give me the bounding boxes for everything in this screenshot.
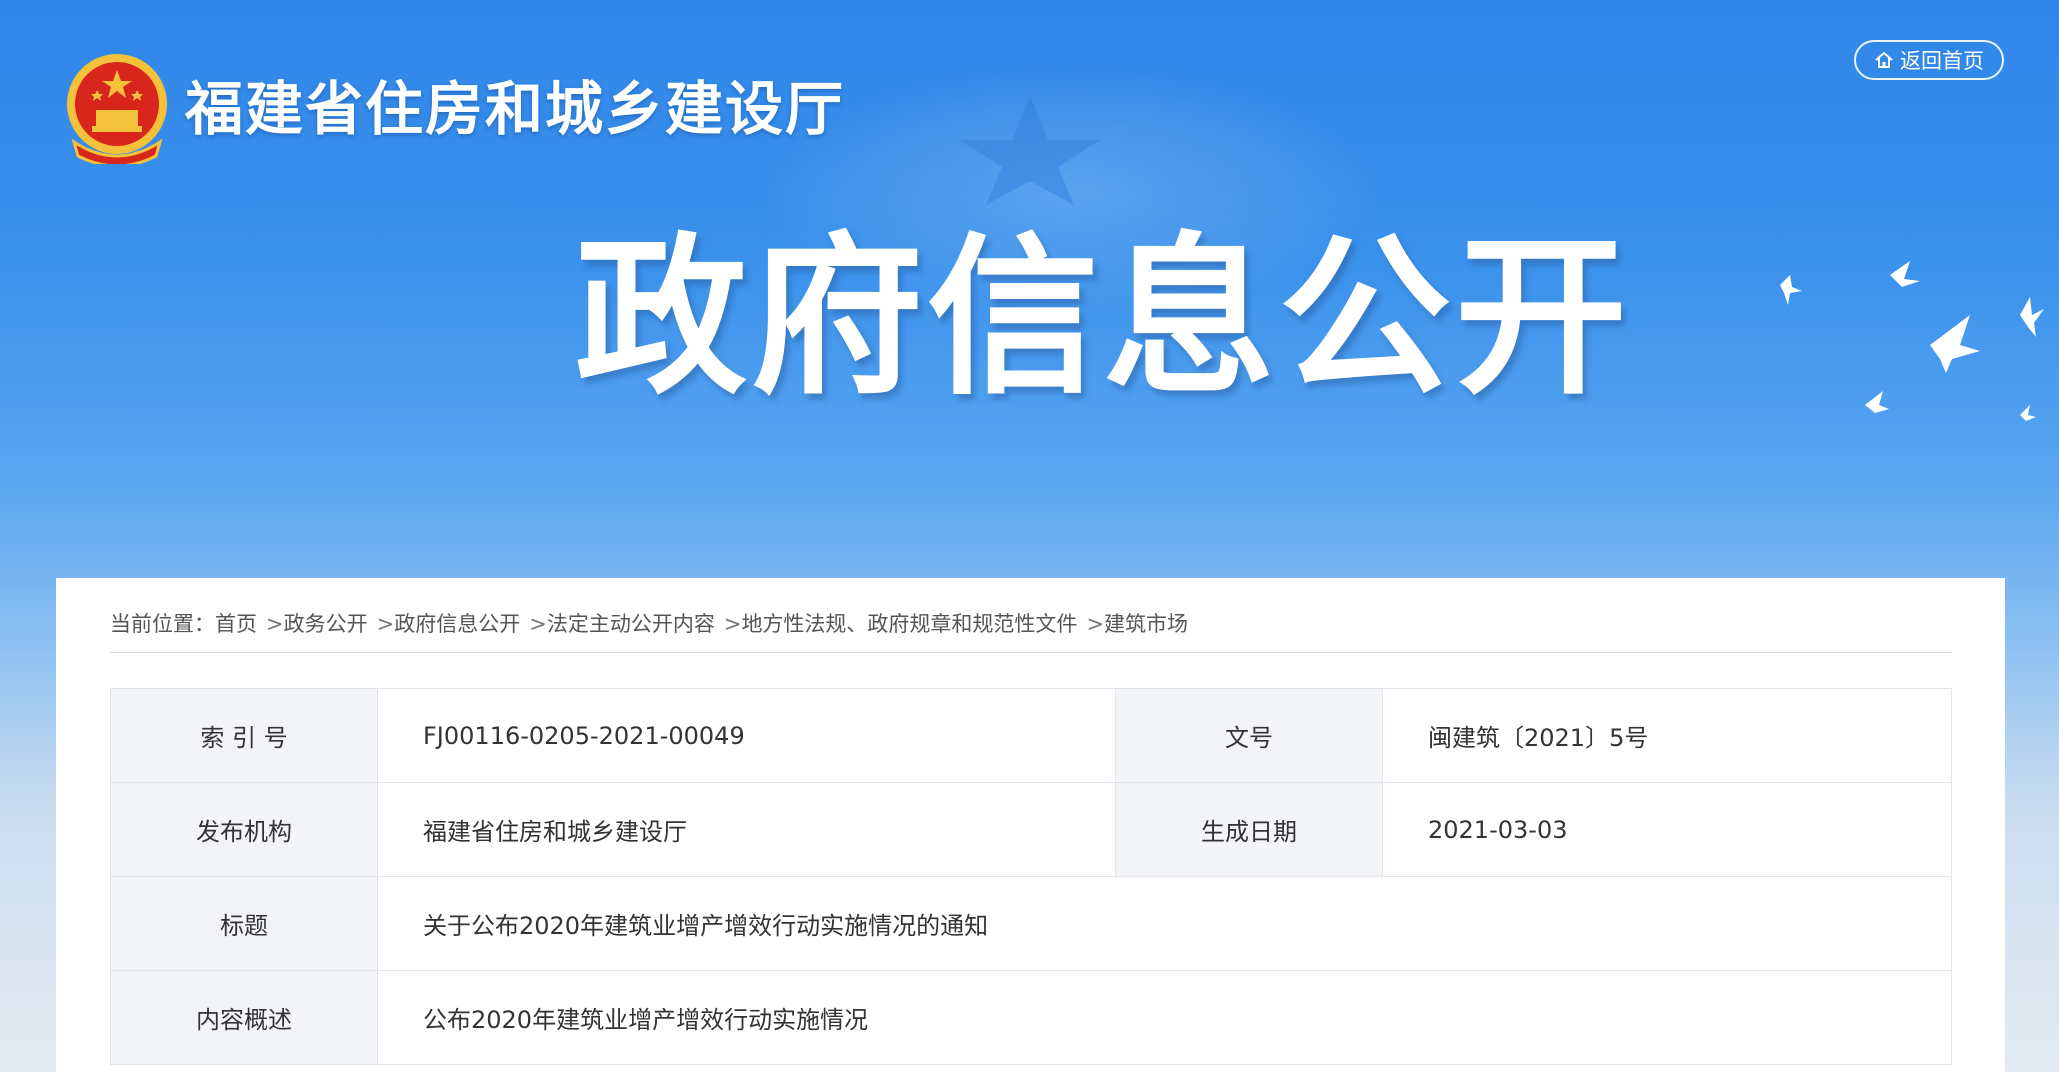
national-emblem-icon — [67, 54, 167, 164]
home-icon — [1875, 52, 1893, 68]
breadcrumb-separator: > — [529, 612, 547, 636]
index-label: 索 引 号 — [110, 688, 378, 783]
summary-value: 公布2020年建筑业增产增效行动实施情况 — [377, 970, 1952, 1065]
date-value: 2021-03-03 — [1382, 782, 1952, 877]
breadcrumb-separator: > — [376, 612, 395, 636]
date-label: 生成日期 — [1115, 782, 1383, 877]
breadcrumb-separator: > — [723, 612, 742, 636]
breadcrumb-separator: > — [266, 612, 284, 636]
breadcrumb-item-statutory[interactable]: 法定主动公开内容 — [547, 612, 715, 636]
breadcrumb-item-gov-info[interactable]: 政府信息公开 — [394, 612, 520, 636]
breadcrumb-separator: > — [1086, 612, 1105, 636]
banner-star-icon — [960, 95, 1100, 205]
index-value: FJ00116-0205-2021-00049 — [377, 688, 1116, 783]
breadcrumb-item-regulations[interactable]: 地方性法规、政府规章和规范性文件 — [741, 612, 1077, 636]
home-button-label: 返回首页 — [1900, 49, 1984, 73]
document-meta-table: 索 引 号 FJ00116-0205-2021-00049 文号 闽建筑〔202… — [110, 688, 1952, 1065]
doc-no-value: 闽建筑〔2021〕5号 — [1382, 688, 1952, 783]
home-button[interactable]: 返回首页 — [1854, 40, 2004, 80]
site-title: 福建省住房和城乡建设厅 — [185, 75, 846, 143]
breadcrumb: 当前位置：首页 >政务公开 >政府信息公开 >法定主动公开内容 >地方性法规、政府规章和… — [110, 608, 1952, 653]
publisher-value: 福建省住房和城乡建设厅 — [377, 782, 1116, 877]
table-row: 发布机构 福建省住房和城乡建设厅 生成日期 2021-03-03 — [110, 782, 1952, 877]
hero-title: 政府信息公开 — [575, 217, 1631, 418]
title-value: 关于公布2020年建筑业增产增效行动实施情况的通知 — [377, 876, 1952, 971]
table-row: 标题 关于公布2020年建筑业增产增效行动实施情况的通知 — [110, 876, 1952, 971]
title-label: 标题 — [110, 876, 378, 971]
content-card: 当前位置：首页 >政务公开 >政府信息公开 >法定主动公开内容 >地方性法规、政府规章和… — [56, 578, 2005, 1072]
breadcrumb-item-construction-market[interactable]: 建筑市场 — [1104, 612, 1188, 636]
doc-no-label: 文号 — [1115, 688, 1383, 783]
breadcrumb-prefix: 当前位置： — [110, 612, 215, 636]
breadcrumb-item-affairs[interactable]: 政务公开 — [284, 612, 368, 636]
table-row: 索 引 号 FJ00116-0205-2021-00049 文号 闽建筑〔202… — [110, 688, 1952, 783]
breadcrumb-item-home[interactable]: 首页 — [215, 612, 257, 636]
doves-decoration-icon — [1780, 261, 2044, 421]
summary-label: 内容概述 — [110, 970, 378, 1065]
table-row: 内容概述 公布2020年建筑业增产增效行动实施情况 — [110, 970, 1952, 1065]
publisher-label: 发布机构 — [110, 782, 378, 877]
